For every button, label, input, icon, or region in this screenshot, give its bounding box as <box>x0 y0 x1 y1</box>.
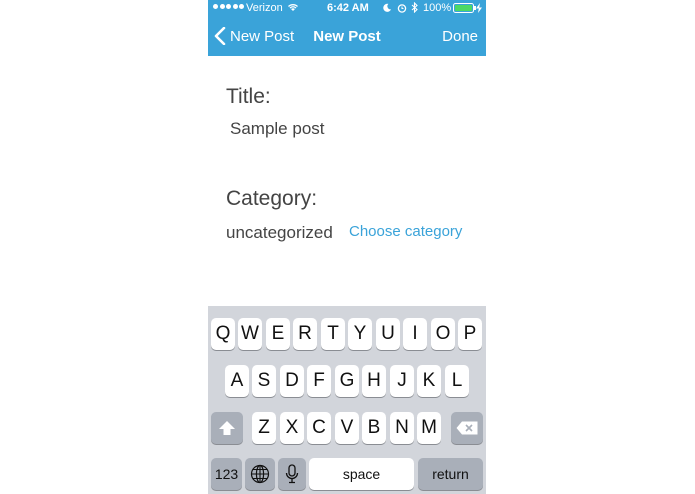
globe-icon <box>250 464 270 484</box>
key-b[interactable]: B <box>362 412 386 444</box>
key-f[interactable]: F <box>307 365 331 397</box>
key-i[interactable]: I <box>403 318 427 350</box>
shift-key[interactable] <box>211 412 243 444</box>
key-v[interactable]: V <box>335 412 359 444</box>
space-key[interactable]: space <box>309 458 414 490</box>
key-h[interactable]: H <box>362 365 386 397</box>
signal-strength-icon <box>213 4 244 9</box>
wifi-icon <box>288 4 298 11</box>
key-x[interactable]: X <box>280 412 304 444</box>
key-m[interactable]: M <box>417 412 441 444</box>
key-d[interactable]: D <box>280 365 304 397</box>
status-time: 6:42 AM <box>327 2 369 14</box>
alarm-icon <box>397 4 407 13</box>
backspace-icon <box>456 421 478 435</box>
microphone-icon <box>285 464 299 484</box>
category-value: uncategorized <box>226 223 333 242</box>
phone-screen: Verizon 6:42 AM 100% New Post New Post D… <box>208 0 486 494</box>
bluetooth-icon <box>411 2 418 13</box>
return-key[interactable]: return <box>418 458 483 490</box>
done-button[interactable]: Done <box>442 28 478 45</box>
key-e[interactable]: E <box>266 318 290 350</box>
moon-icon <box>383 3 392 12</box>
key-z[interactable]: Z <box>252 412 276 444</box>
choose-category-link[interactable]: Choose category <box>349 223 462 240</box>
title-label: Title: <box>226 85 271 108</box>
key-g[interactable]: G <box>335 365 359 397</box>
key-s[interactable]: S <box>252 365 276 397</box>
key-k[interactable]: K <box>417 365 441 397</box>
key-y[interactable]: Y <box>348 318 372 350</box>
key-r[interactable]: R <box>293 318 317 350</box>
charging-bolt-icon <box>476 3 482 13</box>
key-o[interactable]: O <box>431 318 455 350</box>
key-l[interactable]: L <box>445 365 469 397</box>
key-j[interactable]: J <box>390 365 414 397</box>
battery-percentage: 100% <box>423 2 452 14</box>
key-a[interactable]: A <box>225 365 249 397</box>
globe-key[interactable] <box>245 458 275 490</box>
title-input[interactable] <box>230 119 460 139</box>
key-c[interactable]: C <box>307 412 331 444</box>
battery-icon <box>453 3 476 13</box>
delete-key[interactable] <box>451 412 483 444</box>
navigation-bar: New Post New Post Done <box>208 18 486 56</box>
numbers-key[interactable]: 123 <box>211 458 242 490</box>
keyboard: Q W E R T Y U I O P A S D F G H J K L Z … <box>208 306 486 494</box>
shift-arrow-icon <box>219 421 235 435</box>
carrier-name: Verizon <box>246 2 283 14</box>
key-p[interactable]: P <box>458 318 482 350</box>
top-bar: Verizon 6:42 AM 100% New Post New Post D… <box>208 0 486 56</box>
category-label: Category: <box>226 187 318 210</box>
status-bar: Verizon 6:42 AM 100% <box>208 0 486 18</box>
dictation-key[interactable] <box>278 458 306 490</box>
key-q[interactable]: Q <box>211 318 235 350</box>
key-n[interactable]: N <box>390 412 414 444</box>
key-w[interactable]: W <box>238 318 262 350</box>
key-t[interactable]: T <box>321 318 345 350</box>
key-u[interactable]: U <box>376 318 400 350</box>
